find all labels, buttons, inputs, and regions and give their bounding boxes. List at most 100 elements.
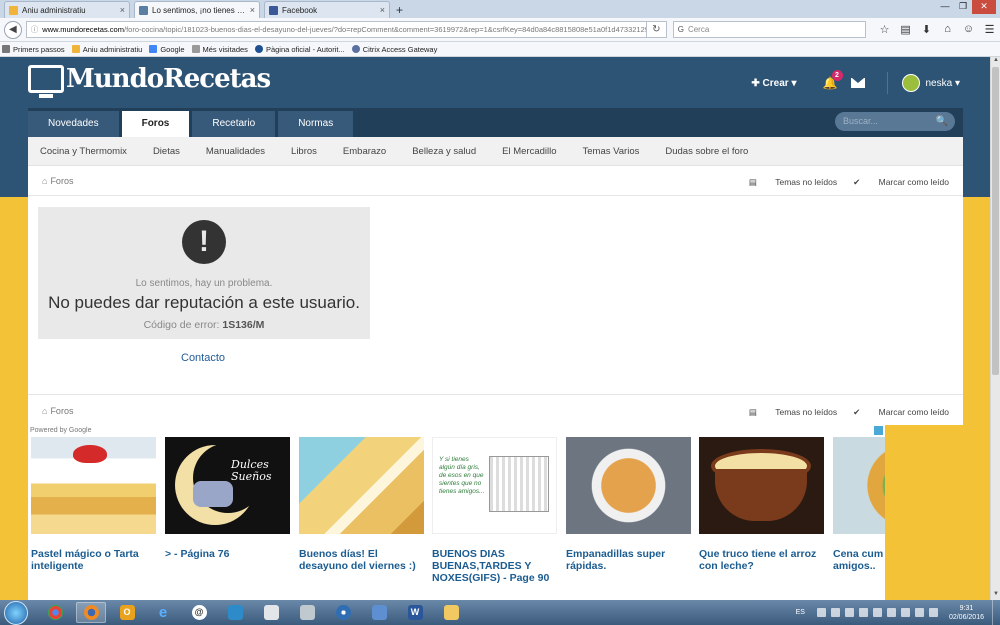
home-icon[interactable]: ⌂ bbox=[42, 176, 47, 186]
unread-topics-link[interactable]: ▤ Temas no leídos bbox=[749, 407, 837, 418]
breadcrumb-foros[interactable]: Foros bbox=[50, 176, 73, 186]
subnav-cocina[interactable]: Cocina y Thermomix bbox=[40, 146, 127, 157]
tray-icon[interactable] bbox=[858, 608, 868, 617]
tab-novedades[interactable]: Novedades bbox=[28, 111, 119, 137]
bookmark-pagina-oficial[interactable]: Pàgina oficial - Autorit... bbox=[254, 45, 345, 54]
mark-read-link[interactable]: ✔ Marcar como leído bbox=[853, 407, 949, 418]
bookmark-primers-passos[interactable]: Primers passos bbox=[2, 45, 65, 54]
bookmark-star-icon[interactable]: ☆ bbox=[874, 23, 895, 36]
tray-icon[interactable] bbox=[886, 608, 896, 617]
site-search-input[interactable]: Buscar... 🔍 bbox=[835, 112, 955, 131]
search-icon[interactable]: 🔍 bbox=[936, 112, 948, 131]
bookmark-aniu[interactable]: Aniu administratiu bbox=[71, 45, 142, 54]
taskbar-explorer[interactable] bbox=[436, 602, 466, 623]
subnav-libros[interactable]: Libros bbox=[291, 146, 317, 157]
url-bar[interactable]: ⓘ www.mundorecetas.com /foro-cocina/topi… bbox=[25, 21, 647, 38]
chat-icon[interactable]: ☺ bbox=[958, 23, 979, 36]
tray-icon[interactable] bbox=[900, 608, 910, 617]
menu-icon[interactable]: ☰ bbox=[979, 23, 1000, 36]
breadcrumb-foros[interactable]: Foros bbox=[50, 406, 73, 416]
scrollbar-thumb[interactable] bbox=[992, 67, 999, 375]
taskbar-app-6[interactable] bbox=[220, 602, 250, 623]
ad-item[interactable]: Empanadillas super rápidas. bbox=[566, 437, 691, 572]
taskbar-firefox[interactable] bbox=[76, 602, 106, 623]
reading-list-icon[interactable]: ▤ bbox=[895, 23, 916, 36]
taskbar-app-10[interactable] bbox=[364, 602, 394, 623]
bookmark-citrix[interactable]: Citrix Access Gateway bbox=[351, 45, 437, 54]
contact-link[interactable]: Contacto bbox=[181, 352, 225, 364]
taskbar-app-8[interactable] bbox=[292, 602, 322, 623]
sweet-dreams-image: Dulces Sueños bbox=[165, 437, 290, 534]
clock[interactable]: 9:31 02/06/2016 bbox=[949, 604, 984, 622]
taskbar-word[interactable]: W bbox=[400, 602, 430, 623]
tray-icon[interactable] bbox=[816, 608, 826, 617]
bookmark-google[interactable]: Google bbox=[149, 45, 185, 54]
close-icon[interactable]: × bbox=[380, 5, 385, 15]
subnav-manualidades[interactable]: Manualidades bbox=[206, 146, 265, 157]
start-button[interactable] bbox=[4, 600, 28, 625]
network-icon[interactable] bbox=[914, 608, 924, 617]
tab-foros[interactable]: Foros bbox=[121, 111, 190, 137]
bookmark-mes-visitades[interactable]: Més visitades bbox=[191, 45, 248, 54]
info-icon[interactable]: ⓘ bbox=[31, 24, 39, 35]
volume-icon[interactable] bbox=[928, 608, 938, 617]
scroll-down-arrow-icon[interactable]: ▼ bbox=[991, 591, 1000, 600]
mark-read-link[interactable]: ✔ Marcar como leído bbox=[853, 177, 949, 188]
ad-item[interactable]: Que truco tiene el arroz con leche? bbox=[699, 437, 824, 572]
ad-item[interactable]: Dulces Sueños > - Página 76 bbox=[165, 437, 290, 560]
window-close-icon[interactable]: ✕ bbox=[972, 0, 996, 14]
new-tab-button[interactable]: + bbox=[396, 2, 403, 18]
unread-topics-link[interactable]: ▤ Temas no leídos bbox=[749, 177, 837, 188]
browser-search-input[interactable]: G Cerca bbox=[672, 21, 867, 38]
site-logo[interactable]: MundoRecetas bbox=[28, 64, 271, 98]
tab-recetario[interactable]: Recetario bbox=[192, 111, 276, 137]
folder-icon bbox=[9, 5, 18, 15]
download-icon[interactable]: ⬇ bbox=[916, 23, 937, 36]
subnav-embarazo[interactable]: Embarazo bbox=[343, 146, 386, 157]
error-code: Código de error: 1S136/M bbox=[143, 319, 265, 331]
ad-item[interactable]: Buenos días! El desayuno del viernes :) bbox=[299, 437, 424, 572]
create-button[interactable]: ✚ Crear ▾ bbox=[751, 78, 796, 89]
close-icon[interactable]: × bbox=[120, 5, 125, 15]
back-arrow-icon[interactable]: ◀ bbox=[4, 20, 22, 39]
browser-tab-mundorecetas[interactable]: Lo sentimos, ¡no tienes per... × bbox=[134, 1, 260, 18]
home-icon[interactable]: ⌂ bbox=[42, 406, 47, 416]
taskbar-app-7[interactable] bbox=[256, 602, 286, 623]
breakfast-image bbox=[299, 437, 424, 534]
messages-envelope-icon[interactable] bbox=[850, 78, 865, 88]
subnav-mercadillo[interactable]: El Mercadillo bbox=[502, 146, 556, 157]
tray-icon[interactable] bbox=[872, 608, 882, 617]
taskbar-app-5[interactable]: @ bbox=[184, 602, 214, 623]
notifications-bell-icon[interactable]: 🔔 2 bbox=[823, 70, 843, 90]
subnav-belleza[interactable]: Belleza y salud bbox=[412, 146, 476, 157]
language-indicator[interactable]: ES bbox=[796, 609, 805, 616]
show-desktop-button[interactable] bbox=[992, 600, 1000, 625]
username-menu[interactable]: neska ▾ bbox=[926, 78, 961, 89]
page-scrollbar[interactable]: ▲ ▼ bbox=[990, 57, 1000, 600]
taskbar-app-9[interactable] bbox=[328, 602, 358, 623]
search-engine-icon[interactable]: G bbox=[678, 25, 684, 34]
minimize-icon[interactable]: — bbox=[936, 0, 954, 14]
taskbar-chrome[interactable] bbox=[40, 602, 70, 623]
ad-item[interactable]: Cena cum de 18 año amigos.. bbox=[833, 437, 885, 572]
browser-tab-facebook[interactable]: Facebook × bbox=[264, 1, 390, 18]
subnav-dietas[interactable]: Dietas bbox=[153, 146, 180, 157]
scroll-up-arrow-icon[interactable]: ▲ bbox=[991, 57, 1000, 66]
browser-tab-aniu[interactable]: Aniu administratiu × bbox=[4, 1, 130, 18]
ad-item[interactable]: Y si tienes algún día gris, de esos en q… bbox=[432, 437, 557, 584]
adchoices-icon[interactable] bbox=[874, 426, 883, 435]
maximize-icon[interactable]: ❐ bbox=[954, 0, 972, 14]
tray-icon[interactable] bbox=[830, 608, 840, 617]
tray-icon[interactable] bbox=[844, 608, 854, 617]
home-icon[interactable]: ⌂ bbox=[937, 23, 958, 36]
cake-image bbox=[31, 437, 156, 534]
tab-normas[interactable]: Normas bbox=[278, 111, 354, 137]
subnav-dudas[interactable]: Dudas sobre el foro bbox=[665, 146, 748, 157]
close-icon[interactable]: × bbox=[250, 5, 255, 15]
avatar[interactable] bbox=[901, 74, 920, 92]
subnav-temas-varios[interactable]: Temas Varios bbox=[583, 146, 640, 157]
taskbar-outlook[interactable]: O bbox=[112, 602, 142, 623]
ad-item[interactable]: Pastel mágico o Tarta inteligente bbox=[31, 437, 156, 572]
reload-icon[interactable]: ↻ bbox=[646, 21, 667, 38]
taskbar-ie[interactable]: e bbox=[148, 602, 178, 623]
